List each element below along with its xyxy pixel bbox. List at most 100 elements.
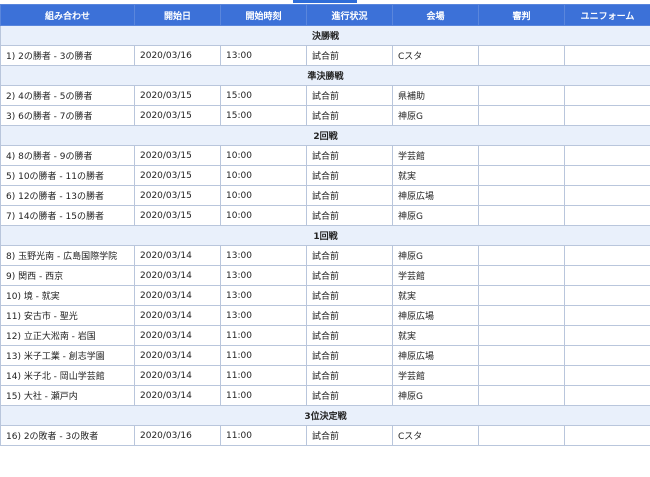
table-row: 5) 10の勝者 - 11の勝者 2020/03/15 10:00 試合前 就実 bbox=[0, 165, 650, 186]
cell-time: 13:00 bbox=[220, 265, 307, 286]
cell-match[interactable]: 4) 8の勝者 - 9の勝者 bbox=[0, 145, 135, 166]
round-header-row: 1回戦 bbox=[0, 225, 650, 246]
header-referee[interactable]: 審判 bbox=[478, 4, 565, 26]
cell-referee bbox=[478, 145, 565, 166]
cell-venue: 学芸館 bbox=[392, 365, 479, 386]
cell-status: 試合前 bbox=[306, 285, 393, 306]
cell-time: 10:00 bbox=[220, 165, 307, 186]
cell-status: 試合前 bbox=[306, 45, 393, 66]
table-row: 16) 2の敗者 - 3の敗者 2020/03/16 11:00 試合前 Cスタ bbox=[0, 425, 650, 446]
cell-venue: Cスタ bbox=[392, 425, 479, 446]
cell-match[interactable]: 14) 米子北 - 岡山学芸館 bbox=[0, 365, 135, 386]
cell-venue: 学芸館 bbox=[392, 145, 479, 166]
cell-date: 2020/03/15 bbox=[134, 145, 221, 166]
table-row: 2) 4の勝者 - 5の勝者 2020/03/15 15:00 試合前 県補助 bbox=[0, 85, 650, 106]
cell-time: 10:00 bbox=[220, 185, 307, 206]
cell-date: 2020/03/14 bbox=[134, 345, 221, 366]
cell-status: 試合前 bbox=[306, 325, 393, 346]
cell-referee bbox=[478, 385, 565, 406]
table-row: 15) 大社 - 瀬戸内 2020/03/14 11:00 試合前 神原G bbox=[0, 385, 650, 406]
header-time[interactable]: 開始時刻 bbox=[220, 4, 307, 26]
cell-uniform bbox=[564, 345, 650, 366]
cell-status: 試合前 bbox=[306, 385, 393, 406]
table-row: 4) 8の勝者 - 9の勝者 2020/03/15 10:00 試合前 学芸館 bbox=[0, 145, 650, 166]
table-body: 決勝戦 1) 2の勝者 - 3の勝者 2020/03/16 13:00 試合前 Cスタ 準決… bbox=[0, 25, 650, 446]
table-row: 6) 12の勝者 - 13の勝者 2020/03/15 10:00 試合前 神原広場 bbox=[0, 185, 650, 206]
cell-venue: 就実 bbox=[392, 165, 479, 186]
cell-referee bbox=[478, 265, 565, 286]
cell-status: 試合前 bbox=[306, 85, 393, 106]
cell-time: 13:00 bbox=[220, 285, 307, 306]
cell-match[interactable]: 8) 玉野光南 - 広島国際学院 bbox=[0, 245, 135, 266]
cell-referee bbox=[478, 345, 565, 366]
cell-match[interactable]: 9) 関西 - 西京 bbox=[0, 265, 135, 286]
cell-venue: 神原広場 bbox=[392, 345, 479, 366]
cell-match[interactable]: 2) 4の勝者 - 5の勝者 bbox=[0, 85, 135, 106]
cell-time: 10:00 bbox=[220, 145, 307, 166]
cell-date: 2020/03/14 bbox=[134, 365, 221, 386]
cell-uniform bbox=[564, 385, 650, 406]
cell-date: 2020/03/14 bbox=[134, 285, 221, 306]
cell-match[interactable]: 13) 米子工業 - 創志学園 bbox=[0, 345, 135, 366]
cell-uniform bbox=[564, 285, 650, 306]
table-row: 10) 境 - 就実 2020/03/14 13:00 試合前 就実 bbox=[0, 285, 650, 306]
cell-venue: 県補助 bbox=[392, 85, 479, 106]
cell-time: 15:00 bbox=[220, 105, 307, 126]
cell-time: 13:00 bbox=[220, 305, 307, 326]
cell-match[interactable]: 3) 6の勝者 - 7の勝者 bbox=[0, 105, 135, 126]
cell-status: 試合前 bbox=[306, 265, 393, 286]
table-row: 1) 2の勝者 - 3の勝者 2020/03/16 13:00 試合前 Cスタ bbox=[0, 45, 650, 66]
cell-venue: 学芸館 bbox=[392, 265, 479, 286]
cell-match[interactable]: 5) 10の勝者 - 11の勝者 bbox=[0, 165, 135, 186]
cell-referee bbox=[478, 85, 565, 106]
cell-uniform bbox=[564, 165, 650, 186]
table-row: 11) 安古市 - 聖光 2020/03/14 13:00 試合前 神原広場 bbox=[0, 305, 650, 326]
cell-time: 11:00 bbox=[220, 325, 307, 346]
cell-time: 15:00 bbox=[220, 85, 307, 106]
header-venue[interactable]: 会場 bbox=[392, 4, 479, 26]
cell-venue: 神原広場 bbox=[392, 185, 479, 206]
cell-match[interactable]: 16) 2の敗者 - 3の敗者 bbox=[0, 425, 135, 446]
cell-match[interactable]: 12) 立正大淞南 - 岩国 bbox=[0, 325, 135, 346]
cell-time: 11:00 bbox=[220, 365, 307, 386]
header-match[interactable]: 組み合わせ bbox=[0, 4, 135, 26]
table-row: 3) 6の勝者 - 7の勝者 2020/03/15 15:00 試合前 神原G bbox=[0, 105, 650, 126]
cell-time: 10:00 bbox=[220, 205, 307, 226]
cell-referee bbox=[478, 425, 565, 446]
cell-referee bbox=[478, 165, 565, 186]
cell-referee bbox=[478, 105, 565, 126]
header-uniform[interactable]: ユニフォーム bbox=[564, 4, 650, 26]
cell-time: 13:00 bbox=[220, 45, 307, 66]
cell-date: 2020/03/15 bbox=[134, 105, 221, 126]
cell-match[interactable]: 11) 安古市 - 聖光 bbox=[0, 305, 135, 326]
header-status[interactable]: 進行状況 bbox=[306, 4, 393, 26]
cell-status: 試合前 bbox=[306, 305, 393, 326]
cell-venue: 神原G bbox=[392, 205, 479, 226]
cell-venue: 神原G bbox=[392, 385, 479, 406]
top-tab-indicator[interactable] bbox=[293, 0, 357, 3]
cell-match[interactable]: 6) 12の勝者 - 13の勝者 bbox=[0, 185, 135, 206]
cell-uniform bbox=[564, 425, 650, 446]
cell-referee bbox=[478, 305, 565, 326]
cell-match[interactable]: 7) 14の勝者 - 15の勝者 bbox=[0, 205, 135, 226]
header-date[interactable]: 開始日 bbox=[134, 4, 221, 26]
cell-match[interactable]: 10) 境 - 就実 bbox=[0, 285, 135, 306]
cell-status: 試合前 bbox=[306, 245, 393, 266]
cell-match[interactable]: 15) 大社 - 瀬戸内 bbox=[0, 385, 135, 406]
cell-status: 試合前 bbox=[306, 165, 393, 186]
cell-uniform bbox=[564, 325, 650, 346]
cell-referee bbox=[478, 205, 565, 226]
cell-match[interactable]: 1) 2の勝者 - 3の勝者 bbox=[0, 45, 135, 66]
cell-time: 11:00 bbox=[220, 385, 307, 406]
cell-referee bbox=[478, 45, 565, 66]
cell-venue: Cスタ bbox=[392, 45, 479, 66]
cell-uniform bbox=[564, 85, 650, 106]
cell-status: 試合前 bbox=[306, 365, 393, 386]
round-header-row: 決勝戦 bbox=[0, 25, 650, 46]
cell-date: 2020/03/14 bbox=[134, 265, 221, 286]
match-schedule-table: 組み合わせ 開始日 開始時刻 進行状況 会場 審判 ユニフォーム 決勝戦 1) 2… bbox=[0, 4, 650, 446]
cell-venue: 神原G bbox=[392, 245, 479, 266]
table-header: 組み合わせ 開始日 開始時刻 進行状況 会場 審判 ユニフォーム bbox=[0, 4, 650, 26]
cell-venue: 神原広場 bbox=[392, 305, 479, 326]
cell-venue: 就実 bbox=[392, 285, 479, 306]
